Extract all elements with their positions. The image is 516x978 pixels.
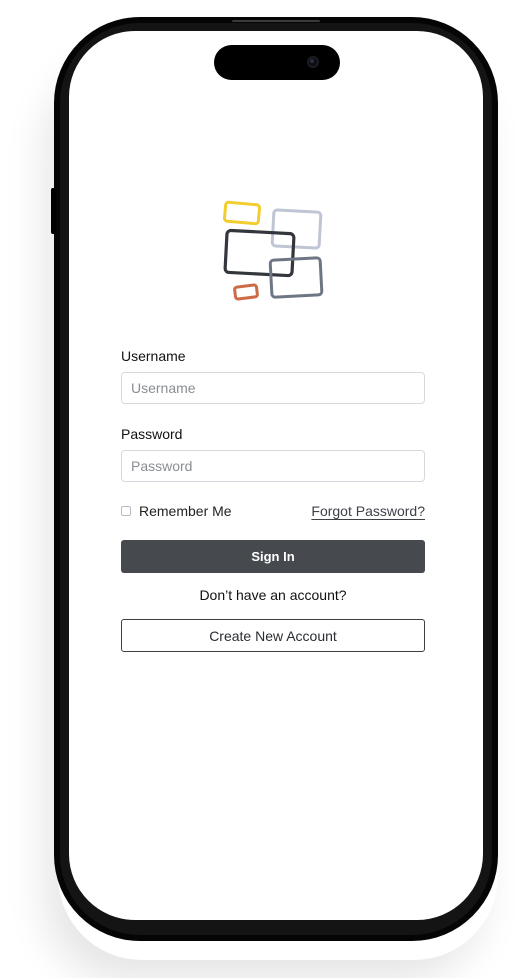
logo-dark-rect — [223, 228, 296, 278]
phone-side-button — [51, 188, 56, 234]
phone-top-seam — [232, 20, 320, 22]
remember-me-checkbox[interactable] — [121, 506, 131, 516]
no-account-text: Don’t have an account? — [199, 587, 347, 603]
username-label: Username — [121, 348, 186, 364]
camera-icon — [307, 56, 319, 68]
remember-me-control[interactable]: Remember Me — [121, 503, 232, 519]
password-label: Password — [121, 426, 183, 442]
logo-slate-rect — [268, 256, 324, 299]
app-mockup: Username Password Remember Me Forgot Pas… — [0, 0, 516, 978]
password-input[interactable] — [121, 450, 425, 482]
sign-in-button[interactable]: Sign In — [121, 540, 425, 573]
remember-me-label: Remember Me — [139, 503, 232, 519]
create-account-button[interactable]: Create New Account — [121, 619, 425, 652]
logo-orange-rect — [233, 283, 259, 301]
username-input[interactable] — [121, 372, 425, 404]
app-logo-icon — [222, 200, 324, 301]
dynamic-island — [214, 45, 340, 80]
forgot-password-link[interactable]: Forgot Password? — [311, 503, 425, 519]
logo-yellow-rect — [222, 200, 262, 226]
logo-lightgray-rect — [270, 208, 323, 250]
